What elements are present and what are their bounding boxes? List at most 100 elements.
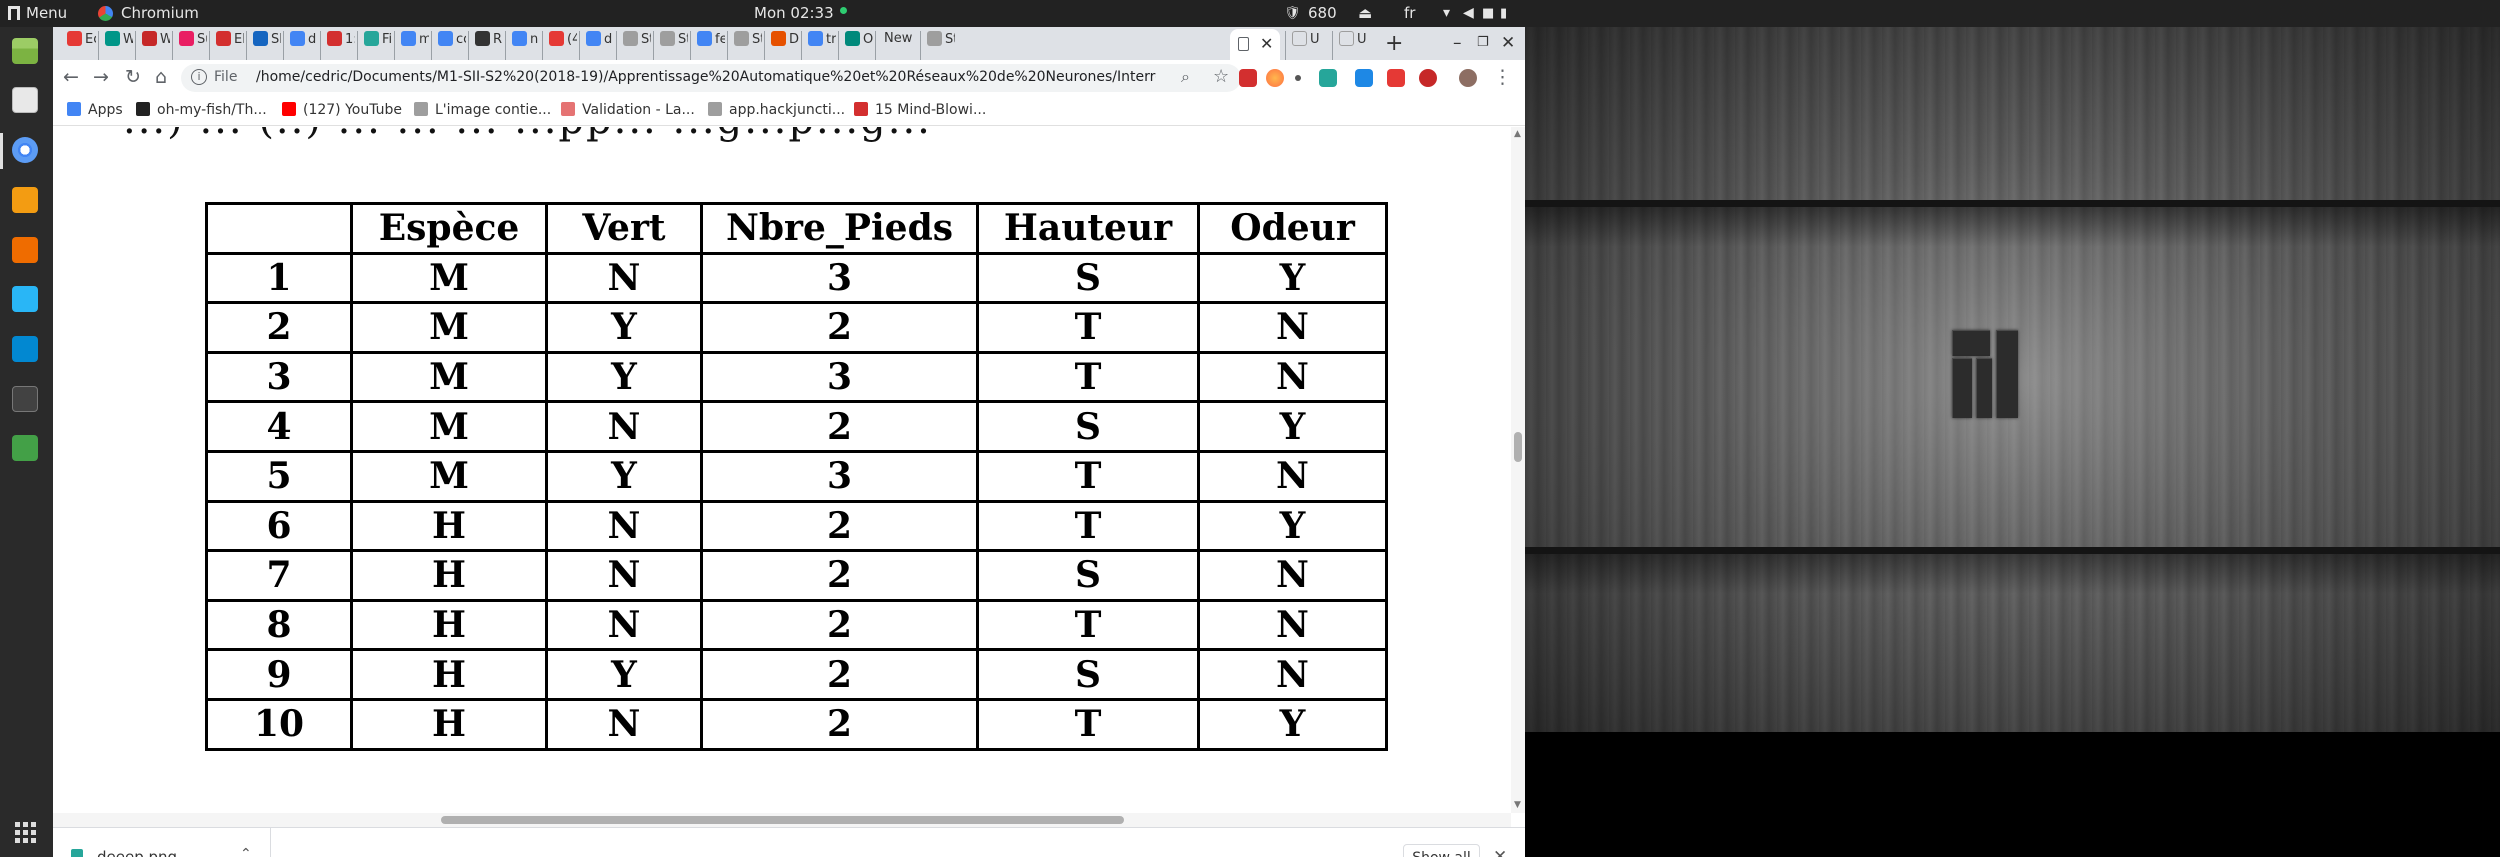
tab-after-0[interactable]: U xyxy=(1285,31,1325,60)
tab-label: d xyxy=(604,32,613,47)
bookmark-0[interactable]: Apps xyxy=(67,102,123,118)
horizontal-scroll-thumb[interactable] xyxy=(441,816,1124,824)
download-item[interactable]: deeep.png ⌃ xyxy=(53,828,271,857)
tab-9[interactable]: m xyxy=(394,31,429,60)
tab-10[interactable]: cc xyxy=(431,31,466,60)
tab-8[interactable]: Fi xyxy=(357,31,392,60)
info-icon[interactable]: i xyxy=(191,69,207,85)
new-tab-button[interactable]: + xyxy=(1385,31,1403,56)
start-menu-button[interactable]: Menu xyxy=(8,0,67,27)
tab-14[interactable]: d xyxy=(579,31,614,60)
minimize-icon[interactable]: – xyxy=(1453,33,1462,53)
tab-15[interactable]: St xyxy=(616,31,651,60)
extension-icon-2[interactable] xyxy=(1266,69,1284,87)
manjaro-menu-icon xyxy=(8,6,20,20)
volume-icon[interactable]: ◀ xyxy=(1463,0,1474,27)
tab-0[interactable]: Ec xyxy=(61,31,96,60)
file-manager-icon[interactable] xyxy=(12,38,38,64)
profile-avatar[interactable] xyxy=(1459,69,1477,87)
tab-7[interactable]: 1: xyxy=(320,31,355,60)
tab-3[interactable]: Su xyxy=(172,31,207,60)
tab-13[interactable]: (4 xyxy=(542,31,577,60)
zoom-icon[interactable]: ⌕ xyxy=(1181,67,1190,87)
clock[interactable]: Mon 02:33 xyxy=(754,0,847,27)
extension-icon-3[interactable] xyxy=(1295,75,1301,81)
scroll-up-icon[interactable]: ▲ xyxy=(1514,129,1521,139)
vertical-scroll-thumb[interactable] xyxy=(1514,432,1522,462)
tab-favicon-icon xyxy=(927,31,942,46)
active-app-indicator[interactable]: Chromium xyxy=(98,0,199,27)
chat-icon[interactable] xyxy=(12,286,38,312)
battery-icon[interactable]: ▮ xyxy=(1500,0,1507,27)
back-icon[interactable]: ← xyxy=(63,66,79,88)
chromium-dock-icon[interactable] xyxy=(12,137,38,163)
table-cell: 10 xyxy=(205,697,353,751)
sublime-text-icon[interactable] xyxy=(12,187,38,213)
pdf-viewer-icon[interactable] xyxy=(12,87,38,113)
bookmark-5[interactable]: app.hackjuncti... xyxy=(708,102,845,118)
tab-4[interactable]: El xyxy=(209,31,244,60)
bookmark-star-icon[interactable]: ☆ xyxy=(1213,66,1229,87)
eject-icon[interactable]: ⏏ xyxy=(1358,0,1372,27)
tab-2[interactable]: W xyxy=(135,31,170,60)
extension-icon-1[interactable] xyxy=(1239,69,1257,87)
close-downloads-icon[interactable]: ✕ xyxy=(1493,847,1507,857)
close-window-icon[interactable]: ✕ xyxy=(1501,33,1515,53)
tab-label: Fi xyxy=(382,32,392,47)
table-cell: N xyxy=(1197,648,1388,701)
bookmark-1[interactable]: oh-my-fish/Th... xyxy=(136,102,267,118)
tab-22[interactable]: New xyxy=(875,31,919,60)
download-icon[interactable] xyxy=(12,237,38,263)
tab-after-1[interactable]: U xyxy=(1332,31,1372,60)
vertical-scrollbar[interactable]: ▲ ▼ xyxy=(1511,127,1525,813)
restore-icon[interactable]: ❐ xyxy=(1477,35,1489,50)
horizontal-scrollbar[interactable] xyxy=(53,813,1511,827)
scroll-down-icon[interactable]: ▼ xyxy=(1514,800,1521,810)
lock-icon[interactable]: ■ xyxy=(1482,0,1494,27)
tab-16[interactable]: St xyxy=(653,31,688,60)
tab-23[interactable]: St xyxy=(920,31,955,60)
tab-12[interactable]: n xyxy=(505,31,540,60)
tab-19[interactable]: D xyxy=(764,31,799,60)
tab-18[interactable]: St xyxy=(727,31,762,60)
chevron-up-icon[interactable]: ⌃ xyxy=(240,846,252,857)
wifi-icon[interactable]: ▾ xyxy=(1443,0,1450,27)
extension-icon-5[interactable] xyxy=(1355,69,1373,87)
bookmark-3[interactable]: L'image contie... xyxy=(414,102,551,118)
virtual-machine-icon[interactable] xyxy=(12,336,38,362)
tab-favicon-icon xyxy=(697,31,712,46)
table-cell: 2 xyxy=(700,301,979,354)
bookmark-6[interactable]: 15 Mind-Blowi... xyxy=(854,102,986,118)
show-all-button[interactable]: Show all xyxy=(1403,844,1480,857)
download-filename[interactable]: deeep.png xyxy=(97,848,177,857)
url-text[interactable]: /home/cedric/Documents/M1-SII-S2%20(2018… xyxy=(256,69,1156,85)
tab-11[interactable]: R xyxy=(468,31,503,60)
tray-counter[interactable]: 680 xyxy=(1308,0,1337,27)
forward-icon[interactable]: → xyxy=(93,66,109,88)
extension-icon-7[interactable] xyxy=(1419,69,1437,87)
tab-active[interactable]: ✕ xyxy=(1230,29,1280,60)
table-cell: Y xyxy=(545,301,703,354)
tab-21[interactable]: O xyxy=(838,31,873,60)
home-icon[interactable]: ⌂ xyxy=(155,66,167,88)
bookmark-4[interactable]: Validation - La... xyxy=(561,102,695,118)
extension-icon-6[interactable] xyxy=(1387,69,1405,87)
tray-shield[interactable]: 🛡 xyxy=(1284,0,1301,27)
tab-5[interactable]: Sl xyxy=(246,31,281,60)
table-cell: 2 xyxy=(700,648,979,701)
spreadsheet-icon[interactable] xyxy=(12,435,38,461)
browser-window: Ec W W Su El Sl d 1: Fi m cc Rn (4 d St St fe St Dtr O New St… xyxy=(53,27,1525,857)
bookmark-2[interactable]: (127) YouTube xyxy=(282,102,402,118)
menu-kebab-icon[interactable]: ⋮ xyxy=(1493,66,1512,88)
address-bar[interactable]: i File /home/cedric/Documents/M1-SII-S2%… xyxy=(181,64,1241,92)
extension-icon-4[interactable] xyxy=(1319,69,1337,87)
reload-icon[interactable]: ↻ xyxy=(125,66,141,88)
keyboard-layout[interactable]: fr xyxy=(1404,0,1415,27)
tab-1[interactable]: W xyxy=(98,31,133,60)
app-grid-icon[interactable] xyxy=(15,822,36,843)
tab-20[interactable]: tr xyxy=(801,31,836,60)
close-tab-icon[interactable]: ✕ xyxy=(1260,34,1273,53)
tab-6[interactable]: d xyxy=(283,31,318,60)
tab-17[interactable]: fe xyxy=(690,31,725,60)
terminal-icon[interactable] xyxy=(12,386,38,412)
